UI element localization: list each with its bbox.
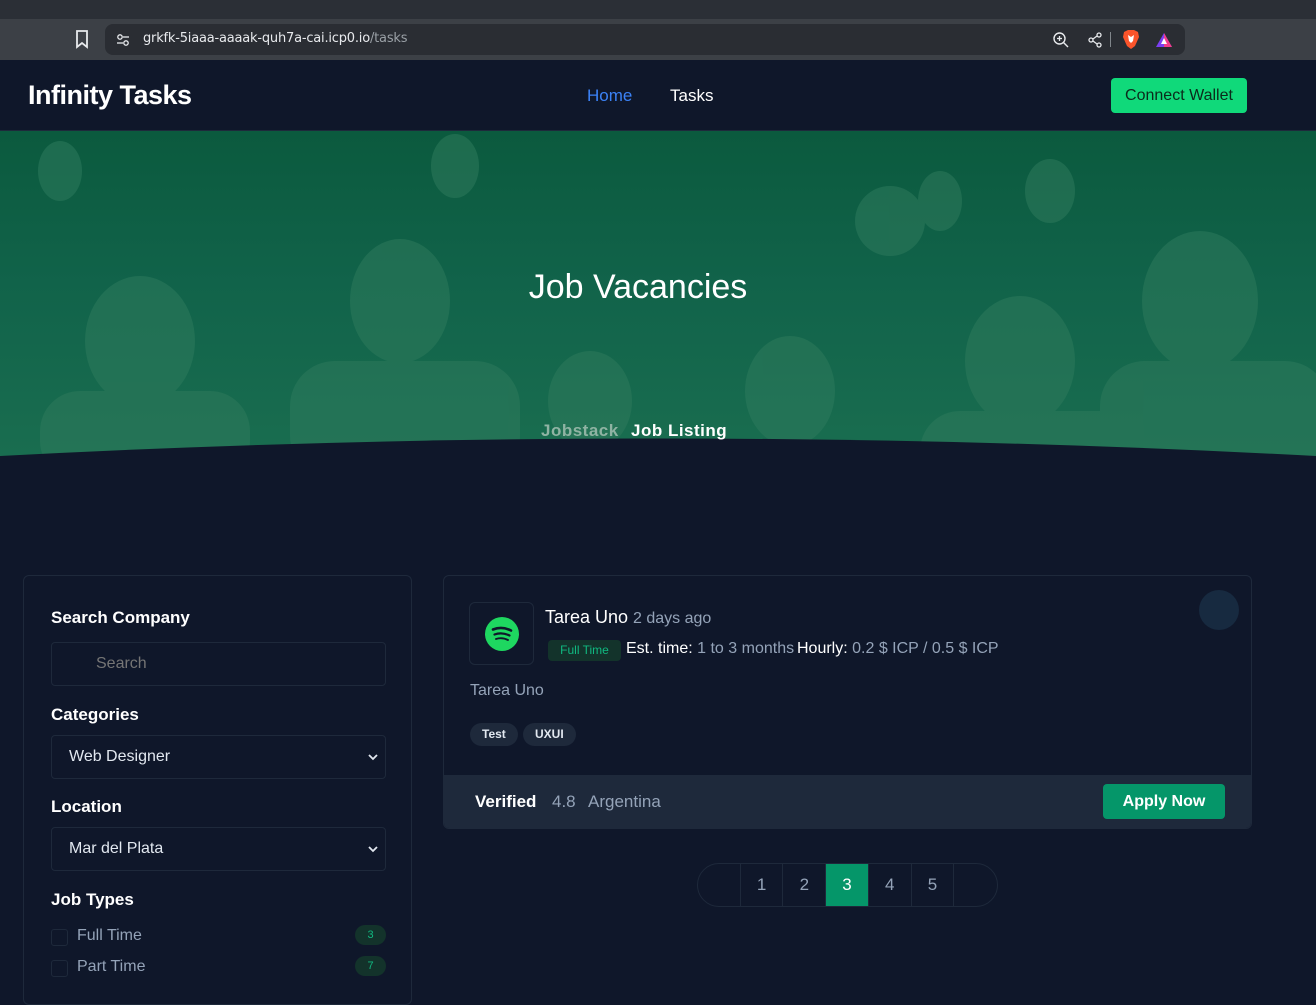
breadcrumb-job-listing: Job Listing	[631, 421, 728, 440]
page-title: Job Vacancies	[528, 268, 748, 306]
part-time-label: Part Time	[77, 958, 146, 975]
est-time: Est. time: 1 to 3 months	[626, 640, 794, 658]
share-icon[interactable]	[1085, 30, 1105, 50]
job-posted-time: 2 days ago	[633, 610, 712, 627]
page-2[interactable]: 2	[783, 864, 827, 906]
url-text: grkfk-5iaaa-aaaak-quh7a-cai.icp0.io/task…	[143, 31, 408, 46]
job-country: Argentina	[588, 792, 661, 811]
search-company-label: Search Company	[51, 608, 190, 627]
page-4[interactable]: 4	[869, 864, 912, 906]
rating-value: 4.8	[552, 792, 576, 811]
hourly-rate: Hourly: 0.2 $ ICP / 0.5 $ ICP	[797, 640, 999, 658]
location-select[interactable]: Mar del Plata	[51, 827, 386, 871]
verified-label: Verified	[475, 792, 537, 811]
site-settings-icon[interactable]	[115, 32, 131, 48]
rewards-icon[interactable]	[1154, 30, 1174, 50]
save-job-button[interactable]	[1199, 590, 1239, 630]
hourly-label: Hourly:	[797, 640, 848, 657]
url-path: /tasks	[369, 31, 408, 46]
part-time-count: 7	[355, 956, 386, 976]
categories-select[interactable]: Web Designer	[51, 735, 386, 779]
browser-tabstrip	[0, 0, 1316, 19]
brand-logo[interactable]: Infinity Tasks	[28, 80, 192, 111]
categories-selected-value: Web Designer	[69, 748, 171, 765]
spotify-icon	[485, 617, 519, 651]
breadcrumb-jobstack[interactable]: Jobstack	[541, 421, 619, 441]
search-input[interactable]	[96, 655, 376, 673]
zoom-icon[interactable]	[1051, 30, 1071, 50]
full-time-label: Full Time	[77, 927, 142, 944]
nav-link-tasks[interactable]: Tasks	[670, 86, 713, 106]
job-type-part-time[interactable]: Part Time 7	[51, 956, 386, 980]
hourly-value: 0.2 $ ICP / 0.5 $ ICP	[852, 640, 999, 657]
apply-now-button[interactable]: Apply Now	[1103, 784, 1225, 819]
company-logo	[469, 602, 534, 665]
full-time-count: 3	[355, 925, 386, 945]
address-bar[interactable]: grkfk-5iaaa-aaaak-quh7a-cai.icp0.io/task…	[105, 24, 1185, 55]
location-label: Location	[51, 797, 122, 816]
page-3-current[interactable]: 3	[826, 864, 869, 906]
url-host: grkfk-5iaaa-aaaak-quh7a-cai.icp0.io	[143, 31, 370, 46]
full-time-checkbox[interactable]	[51, 929, 68, 946]
hero-banner: Job Vacancies Jobstack Job Listing	[0, 131, 1316, 470]
job-tag[interactable]: Test	[470, 723, 518, 746]
top-navbar: Infinity Tasks Home Tasks Connect Wallet	[0, 60, 1316, 131]
filter-sidebar: Search Company Categories Web Designer L…	[23, 575, 412, 1005]
nav-link-home[interactable]: Home	[587, 86, 632, 106]
job-title[interactable]: Tarea Uno	[545, 607, 628, 628]
categories-label: Categories	[51, 705, 139, 724]
location-selected-value: Mar del Plata	[69, 840, 164, 857]
job-type-full-time[interactable]: Full Time 3	[51, 925, 386, 949]
prev-page-button[interactable]	[698, 864, 741, 906]
part-time-checkbox[interactable]	[51, 960, 68, 977]
brave-shield-icon[interactable]	[1121, 29, 1141, 50]
next-page-button[interactable]	[954, 864, 997, 906]
job-types-label: Job Types	[51, 890, 134, 909]
job-card-footer: Verified 4.8 Argentina Apply Now	[444, 775, 1251, 828]
connect-wallet-button[interactable]: Connect Wallet	[1111, 78, 1247, 113]
job-description: Tarea Uno	[470, 682, 544, 699]
job-card[interactable]: Tarea Uno 2 days ago Full Time Est. time…	[443, 575, 1252, 829]
job-type-badge: Full Time	[548, 640, 621, 661]
browser-toolbar: grkfk-5iaaa-aaaak-quh7a-cai.icp0.io/task…	[0, 19, 1316, 60]
search-company-box[interactable]	[51, 642, 386, 686]
page-5[interactable]: 5	[912, 864, 955, 906]
toolbar-separator	[1110, 32, 1111, 47]
est-time-value: 1 to 3 months	[697, 640, 795, 657]
job-tag[interactable]: UXUI	[523, 723, 576, 746]
chevron-down-icon	[368, 846, 378, 853]
bookmark-icon[interactable]	[73, 29, 91, 49]
page-1[interactable]: 1	[741, 864, 784, 906]
pagination: 1 2 3 4 5	[697, 863, 998, 907]
chevron-down-icon	[368, 754, 378, 761]
est-time-label: Est. time:	[626, 640, 693, 657]
